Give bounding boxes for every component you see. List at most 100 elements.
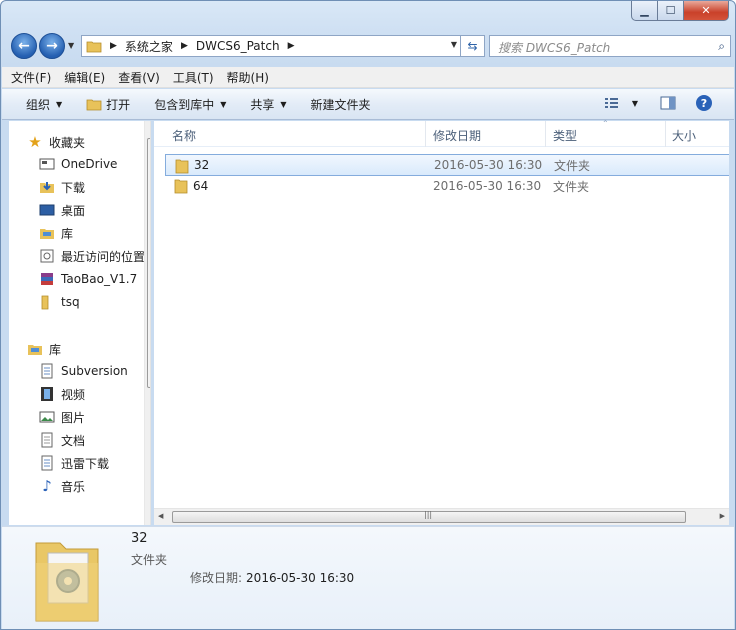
file-type: 文件夹 (554, 158, 591, 173)
nav-item-onedrive[interactable]: OneDrive (39, 153, 117, 175)
include-library-label: 包含到库中 (154, 97, 215, 112)
preview-pane-icon[interactable] (660, 96, 676, 110)
nav-item-downloads[interactable]: 下载 (39, 176, 85, 198)
caption-buttons: ▁ ☐ ✕ (631, 1, 729, 21)
breadcrumb-item[interactable]: DWCS6_Patch (196, 39, 280, 53)
file-name: 64 (193, 179, 209, 193)
nav-libraries-label: 库 (49, 342, 62, 357)
nav-item-recent[interactable]: 最近访问的位置 (39, 245, 145, 267)
share-button[interactable]: 共享 ▼ (250, 96, 286, 113)
file-type: 文件夹 (553, 179, 590, 194)
scroll-thumb[interactable] (147, 138, 150, 388)
nav-item-pictures[interactable]: 图片 (39, 406, 85, 428)
folder-icon (175, 159, 189, 174)
file-list-pane: 名称 修改日期 类型 ⌃ 大小 32 2016-05-30 16:30 文件夹 … (154, 119, 729, 525)
file-row[interactable]: 32 2016-05-30 16:30 文件夹 (165, 154, 729, 176)
nav-item-taobao[interactable]: TaoBao_V1.7 (39, 268, 137, 290)
nav-item-thunder-downloads[interactable]: 迅雷下载 (39, 452, 109, 474)
maximize-button[interactable]: ☐ (658, 1, 684, 21)
nav-item-label: Subversion (61, 364, 128, 378)
back-button[interactable]: ← (11, 33, 37, 59)
nav-item-documents[interactable]: 文档 (39, 429, 85, 451)
details-pane: 32 文件夹 修改日期: 2016-05-30 16:30 (2, 526, 734, 629)
refresh-button[interactable]: ⇆ (461, 35, 485, 57)
nav-item-label: 库 (61, 226, 74, 241)
details-type: 文件夹 (131, 553, 168, 567)
organize-label: 组织 (26, 97, 51, 112)
breadcrumb-separator-icon[interactable]: ▶ (288, 41, 295, 51)
desktop-icon (39, 204, 55, 216)
close-button[interactable]: ✕ (684, 1, 729, 21)
nav-item-label: 最近访问的位置 (61, 249, 146, 264)
column-header-type[interactable]: 类型 (553, 127, 577, 144)
breadcrumb-item[interactable]: 系统之家 (125, 38, 173, 55)
view-options-icon[interactable] (604, 96, 620, 110)
archive-icon (41, 273, 53, 285)
nav-favorites[interactable]: ★ 收藏夹 (27, 131, 85, 153)
breadcrumb-separator-icon[interactable]: ▶ (110, 41, 117, 51)
chevron-down-icon: ▼ (220, 99, 227, 109)
column-header-modified[interactable]: 修改日期 (433, 127, 481, 144)
nav-item-label: 音乐 (61, 479, 86, 494)
details-modified: 修改日期: 2016-05-30 16:30 (190, 569, 354, 586)
search-icon[interactable]: ⌕ (718, 39, 725, 54)
scroll-right-arrow-icon[interactable]: ▶ (720, 512, 725, 520)
menu-help[interactable]: 帮助(H) (227, 69, 269, 86)
file-row[interactable]: 64 2016-05-30 16:30 文件夹 (165, 175, 729, 197)
music-note-icon: ♪ (42, 477, 52, 495)
nav-libraries[interactable]: 库 (27, 338, 61, 360)
include-library-button[interactable]: 包含到库中 ▼ (154, 96, 226, 113)
menu-tools[interactable]: 工具(T) (173, 69, 214, 86)
nav-item-desktop[interactable]: 桌面 (39, 199, 85, 221)
nav-item-videos[interactable]: 视频 (39, 383, 85, 405)
horizontal-scrollbar[interactable]: ◀ ||| ▶ (154, 508, 729, 525)
recent-pages-dropdown[interactable]: ▼ (68, 41, 74, 50)
arrow-right-icon: → (46, 38, 58, 54)
breadcrumb-separator-icon[interactable]: ▶ (181, 41, 188, 51)
new-folder-label: 新建文件夹 (310, 97, 371, 112)
folder-icon (174, 179, 188, 194)
column-divider[interactable] (425, 121, 426, 147)
column-header-size[interactable]: 大小 (672, 127, 696, 144)
address-bar[interactable]: ▶ 系统之家 ▶ DWCS6_Patch ▶ ▼ (81, 35, 461, 57)
details-modified-label: 修改日期: (190, 571, 243, 585)
address-history-dropdown[interactable]: ▼ (451, 40, 457, 49)
nav-item-label: 下载 (61, 180, 86, 195)
nav-item-label: tsq (61, 295, 80, 309)
scroll-up-arrow-icon[interactable]: ▲ (150, 123, 151, 131)
help-icon[interactable]: ? (696, 95, 712, 111)
column-divider[interactable] (665, 121, 666, 147)
menu-edit[interactable]: 编辑(E) (64, 69, 105, 86)
nav-item-library[interactable]: 库 (39, 222, 73, 244)
menu-view[interactable]: 查看(V) (118, 69, 160, 86)
command-bar: 组织 ▼ 打开 包含到库中 ▼ 共享 ▼ 新建文件夹 ▼ ? (2, 89, 734, 120)
menu-file[interactable]: 文件(F) (11, 69, 51, 86)
nav-item-label: OneDrive (61, 157, 118, 171)
nav-pane-scrollbar[interactable]: ▲ ▼ (144, 121, 151, 525)
scroll-down-arrow-icon[interactable]: ▼ (150, 513, 151, 521)
nav-item-label: 图片 (61, 410, 86, 425)
column-header-name[interactable]: 名称 (172, 127, 196, 144)
nav-item-music[interactable]: ♪ 音乐 (39, 475, 85, 497)
address-row: ← → ▼ ▶ 系统之家 ▶ DWCS6_Patch ▶ ▼ ⇆ 搜索 DWCS… (9, 32, 731, 60)
folder-large-icon (35, 542, 99, 622)
open-button[interactable]: 打开 (86, 96, 130, 113)
new-folder-button[interactable]: 新建文件夹 (311, 96, 371, 113)
search-input[interactable]: 搜索 DWCS6_Patch ⌕ (489, 35, 731, 57)
nav-item-label: 迅雷下载 (61, 456, 110, 471)
file-name: 32 (194, 158, 210, 172)
chevron-down-icon[interactable]: ▼ (632, 99, 638, 108)
nav-item-subversion[interactable]: Subversion (39, 360, 128, 382)
scroll-left-arrow-icon[interactable]: ◀ (158, 512, 163, 520)
refresh-icon: ⇆ (467, 39, 478, 53)
view-controls: ▼ ? (604, 95, 712, 111)
nav-item-label: 视频 (61, 387, 86, 402)
document-icon (41, 432, 53, 448)
forward-button[interactable]: → (39, 33, 65, 59)
arrow-left-icon: ← (18, 38, 30, 54)
minimize-button[interactable]: ▁ (631, 1, 658, 21)
column-divider[interactable] (545, 121, 546, 147)
organize-button[interactable]: 组织 ▼ (26, 96, 62, 113)
onedrive-icon (39, 158, 55, 170)
nav-item-tsq[interactable]: tsq (39, 291, 80, 313)
